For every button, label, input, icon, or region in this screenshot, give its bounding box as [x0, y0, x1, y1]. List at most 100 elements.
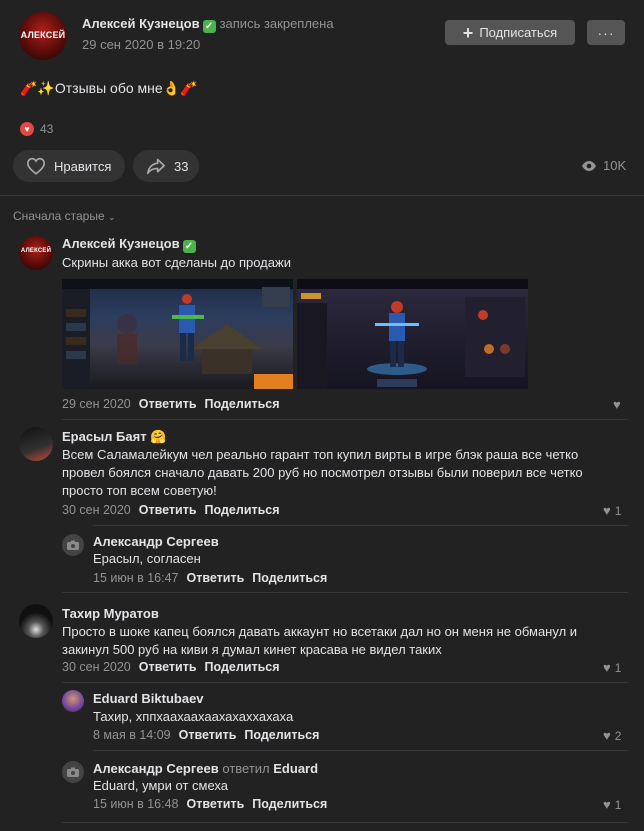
share-button[interactable]: 33: [133, 150, 199, 182]
comments-sort-dropdown[interactable]: Сначала старые ⌄: [13, 209, 116, 223]
comment-author[interactable]: Александр Сергеев: [93, 534, 219, 549]
pinned-label: запись закреплена: [219, 16, 334, 31]
comment-text: Всем Саламалейкум чел реально гарант топ…: [62, 447, 583, 498]
share-comment-button[interactable]: Поделиться: [205, 660, 280, 674]
like-button[interactable]: Нравится: [13, 150, 125, 182]
share-comment-button[interactable]: Поделиться: [205, 503, 280, 517]
eye-icon: [582, 160, 596, 171]
comment-divider: [62, 419, 628, 420]
commenter-avatar[interactable]: АЛЕКСЕЙ: [19, 236, 53, 270]
comment-date[interactable]: 15 июн в 16:47: [93, 571, 179, 585]
heart-icon: ♥: [613, 397, 621, 412]
comment-text: Скрины акка вот сделаны до продажи: [62, 255, 291, 270]
heart-icon: ♥: [603, 503, 611, 518]
comment-like-button[interactable]: ♥ 1: [603, 797, 621, 812]
divider: [0, 195, 644, 196]
comment-likes-count: 1: [614, 660, 622, 675]
heart-reaction-icon: ♥: [20, 122, 34, 136]
views-counter: 10K: [581, 158, 626, 173]
comment-text: Eduard, умри от смеха: [93, 778, 229, 793]
comment-like-button[interactable]: ♥ 1: [603, 660, 621, 675]
share-comment-button[interactable]: Поделиться: [252, 797, 327, 811]
comment-date[interactable]: 29 сен 2020: [62, 397, 131, 411]
comment-author-line: Алексей Кузнецов ✓: [62, 236, 196, 253]
comment-meta: 29 сен 2020 Ответить Поделиться: [62, 397, 280, 411]
reply-button[interactable]: Ответить: [139, 397, 197, 411]
comment-author[interactable]: Тахир Муратов: [62, 606, 159, 621]
screenshot-image-1[interactable]: [62, 279, 293, 389]
comment-divider: [93, 750, 628, 751]
comment-like-button[interactable]: ♥ 2: [603, 728, 621, 743]
replied-to-name[interactable]: Eduard: [273, 761, 318, 776]
subscribe-button[interactable]: + Подписаться: [445, 20, 575, 45]
author-line: Алексей Кузнецов ✓ запись закреплена: [82, 16, 334, 33]
comment-text: Тахир, хппхаахаахаахахаххахаха: [93, 709, 294, 724]
comment-meta: 30 сен 2020 Ответить Поделиться: [62, 503, 280, 517]
reply-button[interactable]: Ответить: [139, 660, 197, 674]
heart-outline-icon: [26, 157, 46, 175]
commenter-avatar[interactable]: [19, 427, 53, 461]
reply-button[interactable]: Ответить: [179, 728, 237, 742]
comment-date[interactable]: 15 июн в 16:48: [93, 797, 179, 811]
comment-likes-count: 1: [614, 797, 622, 812]
chevron-down-icon: ⌄: [108, 212, 116, 222]
camera-icon: [67, 540, 79, 550]
reactions-count: 43: [40, 122, 54, 136]
avatar-logo-text: АЛЕКСЕЙ: [20, 248, 52, 255]
commenter-avatar[interactable]: [62, 690, 84, 712]
replied-word: ответил: [222, 761, 270, 776]
comment-meta: 8 мая в 14:09 Ответить Поделиться: [93, 728, 319, 742]
share-comment-button[interactable]: Поделиться: [244, 728, 319, 742]
comment-likes-count: 2: [614, 728, 622, 743]
comment-likes-count: 1: [614, 503, 622, 518]
comment-meta: 15 июн в 16:47 Ответить Поделиться: [93, 571, 327, 585]
reply-button[interactable]: Ответить: [139, 503, 197, 517]
comment-author-line: Александр Сергеев ответил Eduard: [93, 761, 318, 776]
share-comment-button[interactable]: Поделиться: [205, 397, 280, 411]
avatar-logo-text: АЛЕКСЕЙ: [20, 30, 66, 41]
comment-author[interactable]: Александр Сергеев: [93, 761, 219, 776]
views-count: 10K: [603, 158, 627, 173]
commenter-avatar[interactable]: [62, 534, 84, 556]
game-profile-graphic: [297, 279, 528, 389]
comment-like-button[interactable]: ♥: [613, 397, 621, 412]
heart-icon: ♥: [603, 728, 611, 743]
comment-divider: [93, 525, 628, 526]
comment-divider: [62, 592, 628, 593]
comment-meta: 30 сен 2020 Ответить Поделиться: [62, 660, 280, 674]
screenshot-image-2[interactable]: [297, 279, 528, 389]
comment-like-button[interactable]: ♥ 1: [603, 503, 621, 518]
comment-date[interactable]: 8 мая в 14:09: [93, 728, 171, 742]
comment-text: Просто в шоке капец боялся давать аккаун…: [62, 624, 578, 657]
reactions-summary[interactable]: ♥ 43: [20, 122, 53, 136]
like-label: Нравится: [54, 158, 112, 174]
sort-label: Сначала старые: [13, 209, 105, 223]
reply-button[interactable]: Ответить: [187, 571, 245, 585]
author-name[interactable]: Алексей Кузнецов: [82, 16, 200, 31]
camera-icon: [67, 767, 79, 777]
post-date[interactable]: 29 сен 2020 в 19:20: [82, 37, 200, 52]
subscribe-label: Подписаться: [479, 25, 558, 40]
comment-date[interactable]: 30 сен 2020: [62, 503, 131, 517]
author-avatar[interactable]: АЛЕКСЕЙ: [19, 12, 67, 60]
comment-author[interactable]: Eduard Biktubaev: [93, 691, 204, 706]
post-text: 🧨✨Отзывы обо мне👌🧨: [20, 80, 198, 96]
comment-divider: [62, 682, 628, 683]
comment-author[interactable]: Ерасыл Баят 🤗: [62, 429, 166, 445]
plus-icon: +: [462, 22, 474, 43]
game-scene-graphic: [62, 279, 293, 389]
comment-date[interactable]: 30 сен 2020: [62, 660, 131, 674]
verified-icon: ✓: [202, 20, 216, 33]
reply-button[interactable]: Ответить: [187, 797, 245, 811]
share-arrow-icon: [147, 158, 165, 175]
comment-author[interactable]: Алексей Кузнецов: [62, 236, 180, 251]
comment-text: Ерасыл, согласен: [93, 551, 201, 566]
share-comment-button[interactable]: Поделиться: [252, 571, 327, 585]
verified-icon: ✓: [182, 240, 196, 253]
more-options-button[interactable]: ···: [587, 20, 625, 45]
share-count: 33: [174, 158, 189, 174]
commenter-avatar[interactable]: [62, 761, 84, 783]
heart-icon: ♥: [603, 660, 611, 675]
commenter-avatar[interactable]: [19, 604, 53, 638]
comment-meta: 15 июн в 16:48 Ответить Поделиться: [93, 797, 327, 811]
